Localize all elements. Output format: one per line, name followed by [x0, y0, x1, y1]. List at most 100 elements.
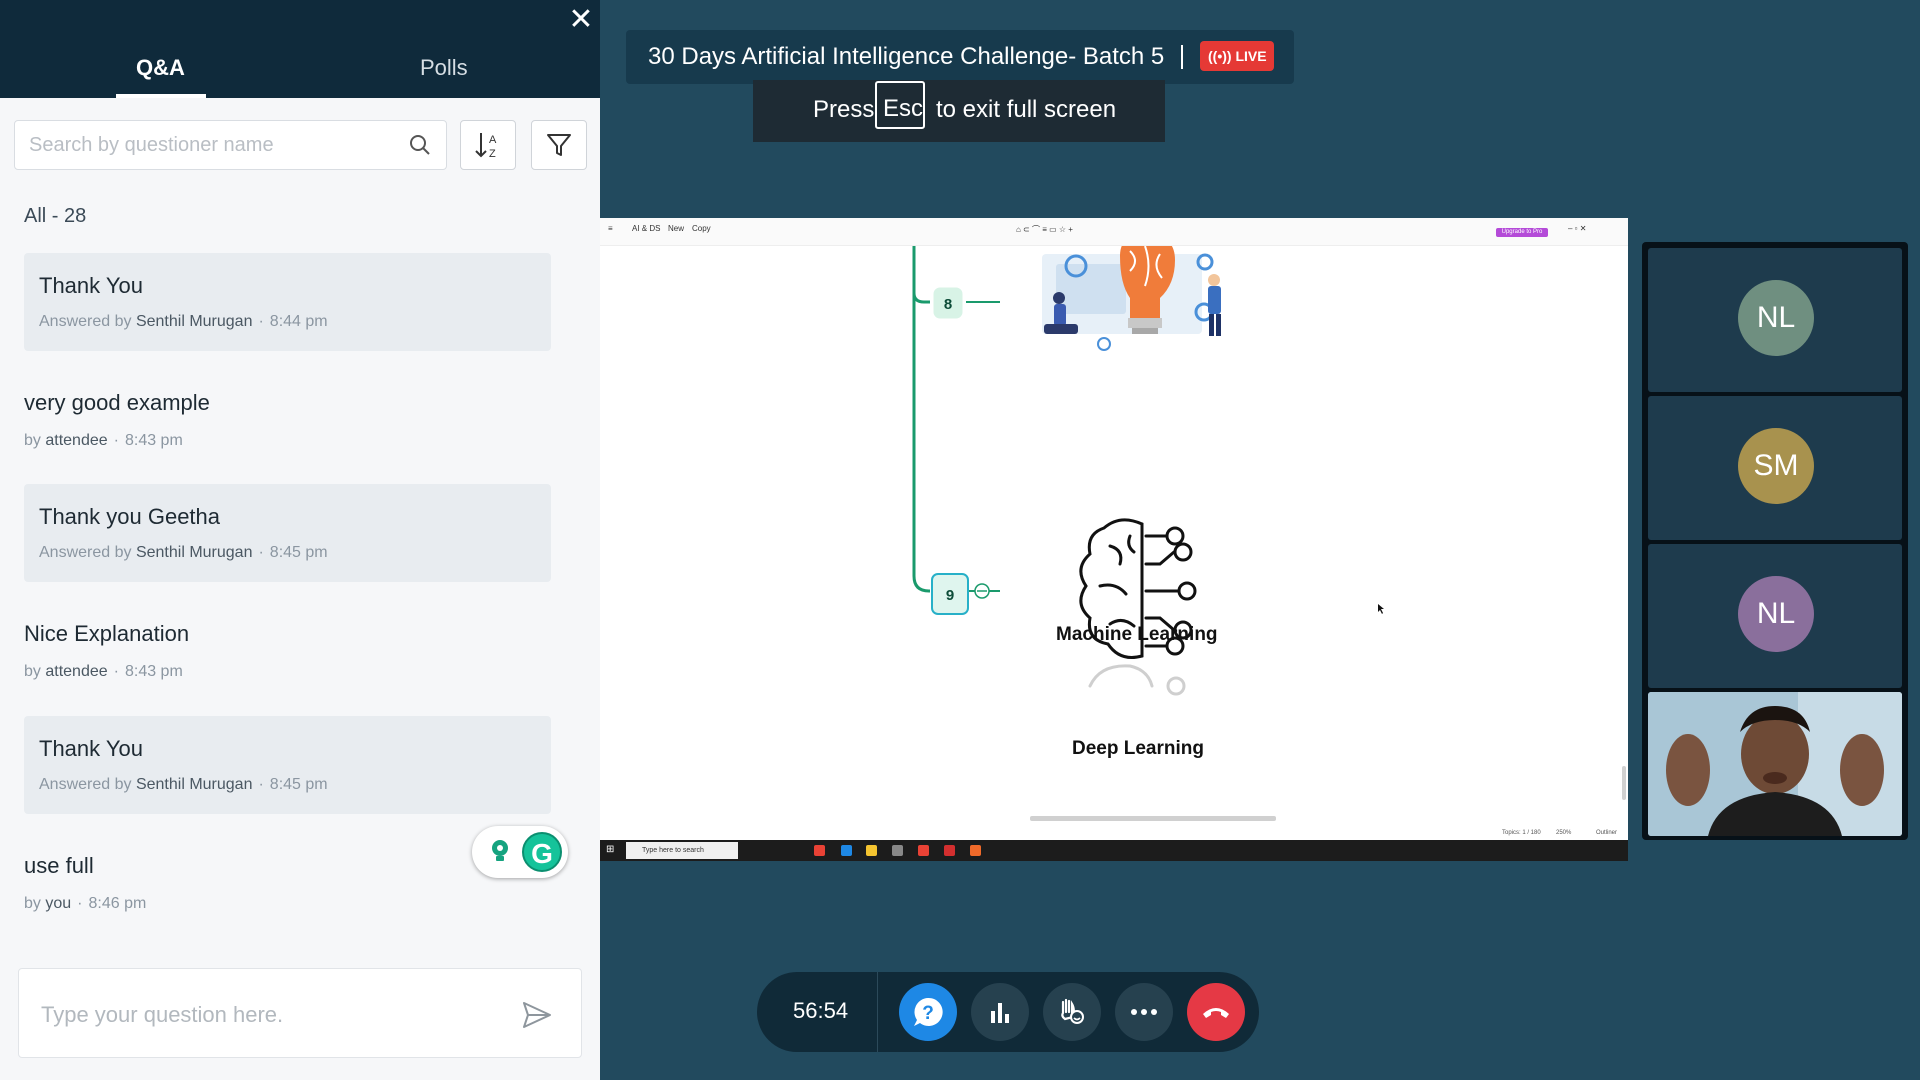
esc-key: Esc: [875, 81, 925, 129]
question-text: Thank You: [39, 736, 143, 761]
active-tab-indicator: [116, 94, 206, 98]
broadcast-icon: ((•)): [1208, 48, 1232, 64]
avatar: NL: [1738, 576, 1814, 652]
upgrade-button[interactable]: Upgrade to Pro: [1496, 228, 1548, 237]
session-title: 30 Days Artificial Intelligence Challeng…: [648, 43, 1165, 70]
deep-learning-illustration: [1079, 518, 1197, 696]
app-menu-item[interactable]: AI & DS: [632, 224, 660, 233]
windows-taskbar: ⊞ Type here to search: [600, 840, 1628, 861]
node-number-9[interactable]: 9: [931, 573, 990, 615]
hang-up-icon: [1203, 1008, 1229, 1018]
node-label-deep-learning[interactable]: Deep Learning: [1072, 738, 1204, 760]
filter-icon: [547, 134, 571, 156]
app-status-bar: Topics: 1 / 180 250% Outliner: [600, 828, 1628, 840]
avatar: NL: [1738, 280, 1814, 356]
question-text: Thank You: [39, 273, 143, 298]
raise-hand-button[interactable]: [1043, 983, 1101, 1041]
search-box: [14, 120, 447, 170]
search-icon[interactable]: [408, 133, 432, 157]
sort-az-icon: A Z: [475, 133, 497, 160]
edge-icon[interactable]: [841, 845, 852, 856]
bar-chart-icon: [991, 1003, 1009, 1023]
question-text: use full: [24, 853, 94, 878]
svg-text:9: 9: [946, 587, 954, 604]
app-menu-item[interactable]: Copy: [692, 224, 711, 233]
question-text: Thank you Geetha: [39, 504, 221, 529]
browser-icon[interactable]: [918, 845, 929, 856]
filter-button[interactable]: [531, 120, 587, 170]
session-timer: 56:54: [793, 998, 849, 1023]
svg-text:A: A: [489, 134, 497, 146]
live-badge: ((•)) LIVE: [1200, 41, 1274, 71]
machine-learning-illustration: [1042, 234, 1221, 351]
question-meta: by you · 8:46 pm: [24, 895, 147, 912]
participants-panel: NL SM NL: [1642, 242, 1908, 840]
participant-tile[interactable]: NL: [1648, 248, 1902, 392]
question-meta: by attendee · 8:43 pm: [24, 432, 183, 449]
settings-icon[interactable]: [892, 845, 903, 856]
more-icon: [1131, 1009, 1157, 1015]
qa-panel: ✕ Q&A Polls A Z All - 28 Thank You Answe…: [0, 0, 600, 1080]
session-title-bar: 30 Days Artificial Intelligence Challeng…: [626, 30, 1294, 84]
taskbar-search[interactable]: Type here to search: [626, 842, 738, 859]
fullscreen-hint: Press Esc to exit full screen: [753, 80, 1165, 142]
question-meta: Answered by Senthil Murugan · 8:45 pm: [39, 544, 328, 561]
svg-text:?: ?: [922, 1003, 934, 1024]
qa-button[interactable]: ?: [899, 983, 957, 1041]
lightbulb-icon[interactable]: [486, 837, 514, 865]
question-composer: [18, 968, 582, 1058]
svg-text:Z: Z: [489, 148, 496, 160]
shared-screen: ≡ AI & DS New Copy ⌂ ⊂ ⌒ ≡ ▭ ☆ + Upgrade…: [600, 218, 1628, 861]
question-count: All - 28: [24, 205, 87, 227]
send-icon[interactable]: [521, 999, 553, 1031]
presenter-video-frame: [1648, 692, 1902, 836]
avatar: SM: [1738, 428, 1814, 504]
sort-button[interactable]: A Z: [460, 120, 516, 170]
powerpoint-icon[interactable]: [944, 845, 955, 856]
toolbar-icons[interactable]: ⌂ ⊂ ⌒ ≡ ▭ ☆ +: [1016, 224, 1073, 235]
window-controls[interactable]: – ▫ ✕: [1568, 224, 1586, 233]
windows-start-icon[interactable]: ⊞: [606, 844, 614, 855]
question-item[interactable]: Thank you Geetha Answered by Senthil Mur…: [24, 484, 551, 582]
menu-icon[interactable]: ≡: [608, 224, 613, 233]
hint-rest: to exit full screen: [936, 96, 1117, 123]
participant-tile[interactable]: NL: [1648, 544, 1902, 688]
more-options-button[interactable]: [1115, 983, 1173, 1041]
question-text: Nice Explanation: [24, 621, 190, 646]
tab-qa[interactable]: Q&A: [136, 55, 185, 81]
panel-header: ✕ Q&A Polls: [0, 0, 600, 98]
polls-button[interactable]: [971, 983, 1029, 1041]
question-meta: Answered by Senthil Murugan · 8:45 pm: [39, 776, 328, 793]
question-item[interactable]: Thank You Answered by Senthil Murugan · 8:…: [24, 253, 551, 351]
presenter-video[interactable]: [1648, 692, 1902, 836]
controls-divider: [877, 972, 878, 1052]
close-icon[interactable]: ✕: [565, 4, 597, 36]
folder-icon[interactable]: [866, 845, 877, 856]
tab-polls[interactable]: Polls: [420, 55, 468, 81]
meeting-controls: 56:54 ?: [757, 972, 1259, 1052]
hint-press: Press: [813, 96, 875, 123]
leave-call-button[interactable]: [1187, 983, 1245, 1041]
grammarly-icon[interactable]: G: [522, 832, 562, 872]
horizontal-scrollbar[interactable]: [1030, 816, 1276, 821]
question-input[interactable]: [41, 997, 501, 1033]
vertical-scrollbar[interactable]: [1622, 766, 1626, 800]
node-number-8[interactable]: 8: [933, 287, 963, 319]
grammarly-widget[interactable]: G: [472, 826, 568, 878]
participant-tile[interactable]: SM: [1648, 396, 1902, 540]
raise-hand-icon: [1061, 998, 1084, 1024]
question-meta: by attendee · 8:43 pm: [24, 663, 183, 680]
node-label-machine-learning[interactable]: Machine Learning: [1056, 624, 1218, 646]
app-menu-item[interactable]: New: [668, 224, 684, 233]
mouse-cursor: [1378, 604, 1384, 614]
question-bubble-icon: ?: [914, 997, 943, 1026]
app-toolbar: ≡ AI & DS New Copy ⌂ ⊂ ⌒ ≡ ▭ ☆ + Upgrade…: [600, 218, 1628, 246]
svg-text:8: 8: [944, 296, 952, 313]
search-input[interactable]: [15, 121, 395, 169]
xmind-icon[interactable]: [970, 845, 981, 856]
title-divider: [1181, 45, 1183, 69]
question-meta: Answered by Senthil Murugan · 8:44 pm: [39, 313, 328, 330]
chrome-icon[interactable]: [814, 845, 825, 856]
question-item[interactable]: Thank You Answered by Senthil Murugan · 8:…: [24, 716, 551, 814]
question-text: very good example: [24, 390, 210, 415]
